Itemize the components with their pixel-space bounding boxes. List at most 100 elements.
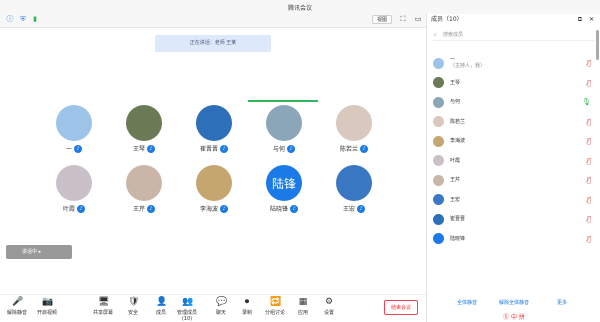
avatar [433,194,444,205]
mic-muted-icon[interactable]: 🎙̸ [587,176,591,184]
more-button[interactable]: 更多 [557,299,567,306]
speaking-notice: 正在讲话：老师 王某 [155,35,271,52]
member-name: 陆晓锋 [450,235,466,242]
toolbar-button[interactable]: 🎤 解除静音 [2,297,32,316]
participant-name-row: 崔晋晋 ♪ [184,144,244,153]
avatar [433,116,444,127]
member-row[interactable]: 王琴 🎙̸ [433,76,593,90]
mic-muted-icon[interactable]: 🎙̸ [587,79,591,87]
fullscreen-icon[interactable]: ⛶ [399,15,407,23]
mic-icon: ♪ [287,144,295,153]
member-row[interactable]: 陆晓锋 🎙̸ [433,232,593,246]
participant-name-row: 王宏 ♪ [324,204,384,213]
mic-icon: ♪ [74,144,82,153]
end-meeting-button[interactable]: 结束会议 [384,300,418,315]
unmute-all-button[interactable]: 解除全体静音 [499,299,529,306]
mic-muted-icon[interactable]: 🎙̸ [587,59,591,67]
member-row[interactable]: 王芹 🎙̸ [433,173,593,187]
toolbar-button[interactable]: ⏺ 录制 [232,297,262,316]
mic-on-icon[interactable]: 🎙 [582,98,591,106]
member-row[interactable]: 李海波 🎙̸ [433,134,593,148]
toolbar-label: 开启视频 [36,310,57,316]
toolbar-label: 成员 [155,310,166,316]
toolbar-button[interactable]: ⚙ 设置 [314,297,344,316]
member-name-block: 与何 [450,99,460,105]
toolbar-icon: 🎤 [12,297,24,307]
avatar [196,165,232,201]
toolbar-icon: 🛡 [128,297,140,307]
tray-ime[interactable]: Ⓢ 中 拼 [503,312,525,321]
member-row[interactable]: 与何 🎙 [433,95,593,109]
participant-name-row: 王芹 ♪ [114,204,174,213]
speaking-pill-label: 讲话中 ▸ [22,249,42,255]
mic-muted-icon[interactable]: 🎙̸ [587,215,591,223]
participant-tile[interactable]: 叶霞 ♪ [44,165,104,213]
member-row[interactable]: 崔晋晋 🎙̸ [433,212,593,226]
mic-muted-icon[interactable]: 🎙̸ [587,118,591,126]
avatar [126,105,162,141]
member-row[interactable]: 叶霞 🎙̸ [433,154,593,168]
close-icon[interactable]: ✕ [589,14,594,26]
toolbar-button[interactable]: 📷 开启视频 [32,297,62,316]
speaking-pill[interactable]: 讲话中 ▸ [6,245,72,259]
participant-tile[interactable]: 李海波 ♪ [184,165,244,213]
participant-tile[interactable]: 王芹 ♪ [114,165,174,213]
pip-icon[interactable]: ▭ [414,15,422,23]
member-role: （主持人，我） [450,63,486,69]
mic-muted-icon[interactable]: 🎙̸ [587,137,591,145]
member-name: 王宏 [450,196,461,203]
avatar [266,105,302,141]
member-name: 崔晋晋 [450,216,466,222]
member-row[interactable]: 陈若兰 🎙̸ [433,115,593,129]
avatar [433,77,444,88]
toolbar-icon: 🔁 [270,297,282,307]
participant-tile[interactable]: 一 ♪ [44,105,104,153]
mute-all-button[interactable]: 全体静音 [457,299,477,306]
member-name: 陈若兰 [450,118,466,125]
member-name-block: 崔晋晋 [450,216,465,222]
participant-tile[interactable]: 崔晋晋 ♪ [184,105,244,153]
toolbar-label: 聊天 [215,310,226,316]
participant-name: 崔晋晋 [199,146,218,153]
participant-name: 王琴 [132,146,145,153]
toolbar-button[interactable]: 🛡 安全 [118,297,148,316]
member-row[interactable]: 王宏 🎙̸ [433,193,593,207]
toolbar-icon: 👥 [182,297,194,307]
participant-tile[interactable]: 王宏 ♪ [324,165,384,213]
view-button[interactable]: 视图 [372,15,392,24]
mic-muted-icon[interactable]: 🎙̸ [587,196,591,204]
popout-icon[interactable]: ⧉ [578,14,582,26]
member-row[interactable]: 一（主持人，我） 🎙̸ [433,56,593,70]
participant-tile[interactable]: 王琴 ♪ [114,105,174,153]
mic-muted-icon[interactable]: 🎙̸ [587,157,591,165]
participant-name: 与何 [272,146,285,153]
mic-muted-icon[interactable]: 🎙̸ [587,235,591,243]
toolbar-icon: ⏺ [244,297,250,307]
toolbar-button[interactable]: 👥 管理成员(10) [172,297,202,322]
info-icon[interactable]: ⓘ [6,15,14,23]
participant-tile[interactable]: 陆锋 陆晓锋 ♪ [254,165,314,213]
toolbar-icon: 💬 [216,297,228,307]
participant-tile[interactable]: 与何 ♪ [254,105,314,153]
avatar [433,213,444,225]
participant-name: 李海波 [199,206,218,213]
toolbar-icon: 📷 [42,297,54,307]
avatar [196,105,232,141]
panel-title: 成员（10） [431,16,463,23]
participant-tile[interactable]: 陈若兰 ♪ [324,105,384,153]
signal-icon[interactable]: ▮ [31,15,39,23]
toolbar-label: 解除静音 [6,310,27,316]
participant-name: 王宏 [342,206,355,213]
ime-label: 中 拼 [510,314,525,321]
panel-scrollbar[interactable] [596,30,599,60]
mic-icon: ♪ [220,204,228,213]
shield-icon[interactable]: ⛨ [19,15,27,23]
participant-name: 陈若兰 [339,146,358,153]
member-search[interactable]: ⌕ 搜索成员 [433,30,594,41]
member-name-block: 陈若兰 [450,119,465,125]
panel-header: 成员（10） ⧉ ✕ [427,14,600,26]
toolbar-button[interactable]: 🖥 共享屏幕 [88,297,118,316]
search-input[interactable]: 搜索成员 [443,32,463,38]
toolbar-button[interactable]: 🔁 分组讨论 [260,297,290,316]
avatar [56,165,92,201]
